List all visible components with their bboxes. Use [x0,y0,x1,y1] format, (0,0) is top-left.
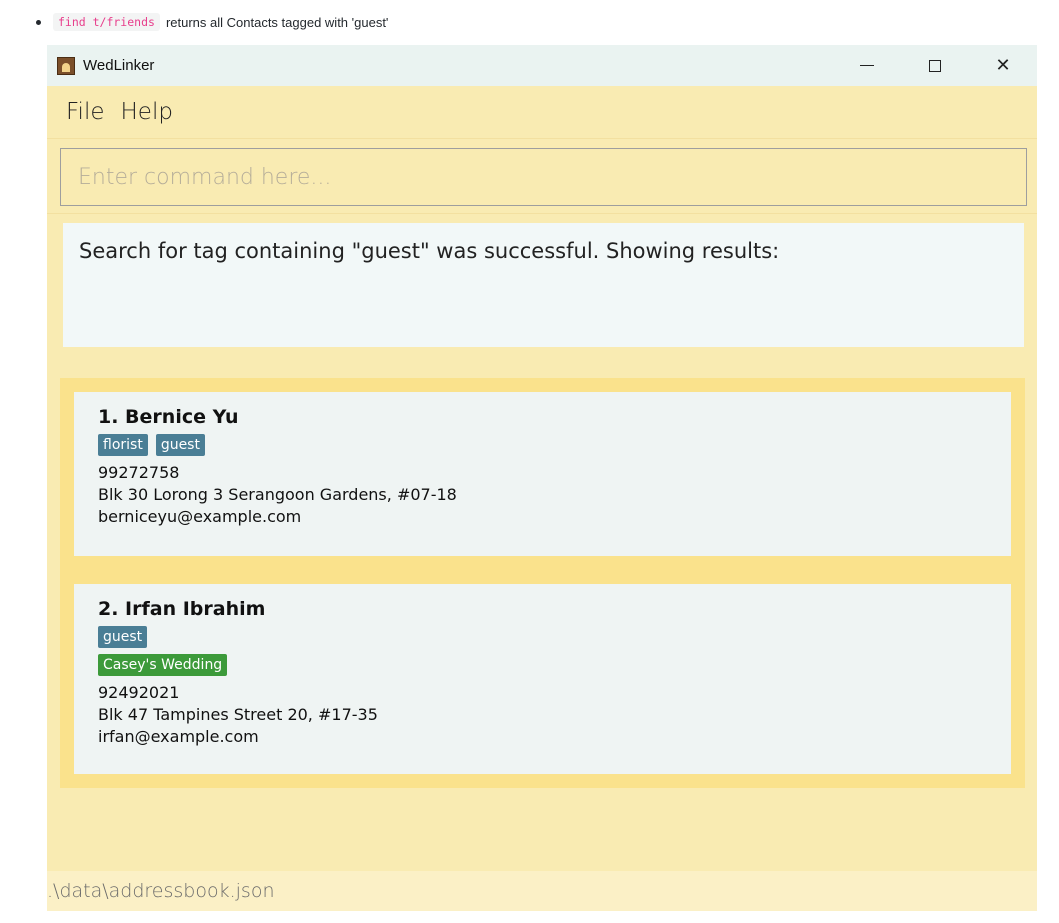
tag-list: florist guest [98,434,987,456]
menu-file[interactable]: File [66,99,105,125]
command-input[interactable]: Enter command here... [60,148,1027,206]
maximize-icon [929,59,941,72]
menu-bar: File Help [47,86,1037,139]
contact-card-1[interactable]: 1. Bernice Yu florist guest 99272758 Blk… [74,392,1011,556]
maximize-button[interactable] [901,45,969,86]
save-file-path: .\data\addressbook.json [47,880,275,902]
contact-name: 2. Irfan Ibrahim [98,598,266,620]
result-display[interactable]: Search for tag containing "guest" was su… [63,223,1024,347]
tag-badge: guest [155,434,205,456]
app-icon [57,56,75,75]
command-area: Enter command here... [47,139,1037,214]
contact-address: Blk 30 Lorong 3 Serangoon Gardens, #07-1… [98,485,457,504]
contact-phone: 99272758 [98,463,180,482]
close-icon: ✕ [995,55,1011,75]
app-window: WedLinker ✕ File Help Enter command here… [47,45,1037,911]
minimize-button[interactable] [833,45,901,86]
wedding-tag-list: Casey's Wedding [98,654,987,676]
status-bar: .\data\addressbook.json [47,871,1037,911]
title-bar[interactable]: WedLinker ✕ [47,45,1037,86]
tag-badge: guest [98,626,148,648]
menu-help[interactable]: Help [121,99,173,125]
close-button[interactable]: ✕ [969,45,1037,86]
bullet-icon [36,19,41,25]
tag-badge: florist [98,434,148,456]
contact-address: Blk 47 Tampines Street 20, #17-35 [98,705,378,724]
caption-text: returns all Contacts tagged with 'guest' [165,14,389,30]
result-area: Search for tag containing "guest" was su… [47,214,1037,356]
tag-list: guest [98,626,987,648]
doc-caption: find t/friends returns all Contacts tagg… [36,0,1036,44]
contact-email: irfan@example.com [98,727,259,746]
contact-phone: 92492021 [98,683,180,702]
contact-email: berniceyu@example.com [98,507,302,526]
contact-list[interactable]: 1. Bernice Yu florist guest 99272758 Blk… [60,378,1025,788]
contact-card-2[interactable]: 2. Irfan Ibrahim guest Casey's Wedding 9… [74,584,1011,774]
window-controls: ✕ [833,45,1037,86]
window-title: WedLinker [83,57,155,74]
minimize-icon [860,65,874,66]
contact-name: 1. Bernice Yu [98,406,239,428]
command-example: find t/friends [53,13,160,31]
wedding-tag-badge: Casey's Wedding [98,654,228,676]
